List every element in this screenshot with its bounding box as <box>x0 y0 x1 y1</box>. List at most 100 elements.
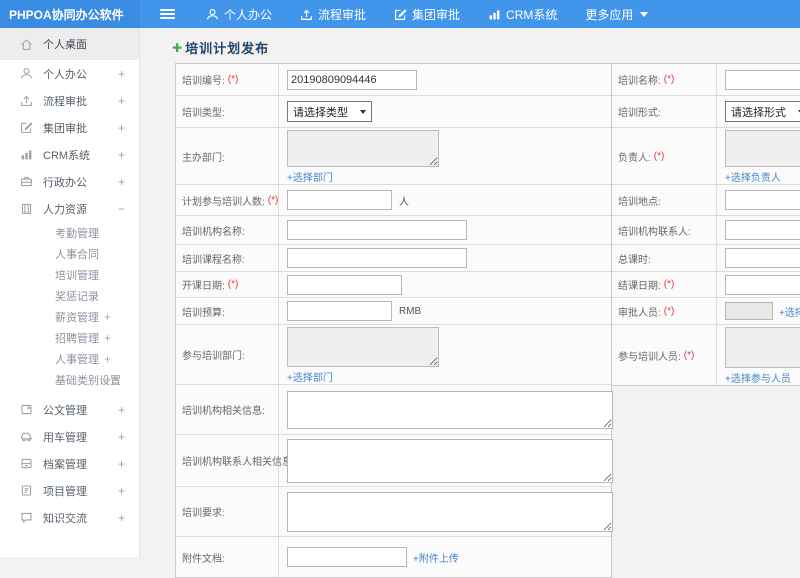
org-info-textarea[interactable] <box>287 390 613 429</box>
sidebar-item-personal-desktop[interactable]: 个人桌面 <box>0 28 139 60</box>
unit-label: RMB <box>399 305 422 317</box>
row-training-type: 培训类型: 请选择类型 <box>176 96 611 128</box>
org-name-input[interactable] <box>287 220 467 240</box>
expander[interactable]: + <box>104 352 111 366</box>
field-label: 结课日期: (*) <box>612 272 717 297</box>
host-dept-textarea[interactable] <box>287 130 439 167</box>
training-mode-select[interactable]: 请选择形式 <box>725 101 800 122</box>
row-start-date: 开课日期: (*) <box>176 272 611 298</box>
required-mark: (*) <box>663 74 675 85</box>
expander[interactable]: + <box>118 511 125 525</box>
leader-textarea[interactable] <box>725 130 800 167</box>
sidebar-subitem-hr-contract[interactable]: 人事合同 <box>0 243 139 264</box>
field-label: 审批人员: (*) <box>612 298 717 324</box>
topnav-workflow-approval[interactable]: 流程审批 <box>286 0 380 28</box>
expander[interactable]: + <box>104 373 111 387</box>
expander[interactable]: + <box>104 310 111 324</box>
required-mark: (*) <box>663 279 675 290</box>
expander[interactable]: + <box>118 121 125 135</box>
required-mark: (*) <box>683 349 695 361</box>
training-type-select[interactable]: 请选择类型 <box>287 101 372 122</box>
sidebar-item-admin-office[interactable]: 行政办公 + <box>0 168 139 195</box>
field-label: 培训机构名称: <box>176 216 279 244</box>
requirement-textarea[interactable] <box>287 491 613 532</box>
hours-input[interactable] <box>725 248 800 268</box>
start-date-input[interactable] <box>287 274 402 295</box>
field-label: 培训类型: <box>176 96 279 127</box>
expander[interactable]: + <box>118 403 125 417</box>
expander[interactable]: + <box>118 175 125 189</box>
required-mark: (*) <box>267 194 279 206</box>
training-name-input[interactable] <box>725 69 800 90</box>
sidebar-item-official-docs[interactable]: 公文管理 + <box>0 396 139 423</box>
field-label: 负责人: (*) <box>612 128 717 184</box>
expander[interactable]: + <box>118 94 125 108</box>
home-icon <box>20 37 34 51</box>
training-no-input[interactable] <box>287 69 417 90</box>
sidebar-subitem-attendance[interactable]: 考勤管理 <box>0 222 139 243</box>
sidebar-item-group-approval[interactable]: 集团审批 + <box>0 114 139 141</box>
menu-toggle-icon[interactable] <box>150 0 184 28</box>
org-contact-input[interactable] <box>725 220 800 240</box>
field-label: 计划参与培训人数: (*) <box>176 185 279 215</box>
select-approver-link[interactable]: +选择审批人员 <box>779 304 800 319</box>
join-people-textarea[interactable] <box>725 327 800 368</box>
required-mark: (*) <box>663 305 675 317</box>
sidebar-item-vehicle[interactable]: 用车管理 + <box>0 423 139 450</box>
topnav-group-approval[interactable]: 集团审批 <box>380 0 474 28</box>
phpoa-app: { "header": { "logo": "PHPOA协同办公软件", "na… <box>0 0 800 578</box>
sidebar-item-personal-office[interactable]: 个人办公 + <box>0 60 139 87</box>
sidebar-subitem-recruit[interactable]: 招聘管理 + <box>0 327 139 348</box>
sidebar-item-hr[interactable]: 人力资源 − <box>0 195 139 222</box>
select-dept-link[interactable]: +选择部门 <box>287 169 333 184</box>
sidebar-item-crm[interactable]: CRM系统 + <box>0 141 139 168</box>
chat-icon <box>20 511 34 525</box>
budget-input[interactable] <box>287 301 392 321</box>
sidebar-item-archives[interactable]: 档案管理 + <box>0 450 139 477</box>
collapse-expander[interactable]: − <box>118 202 125 216</box>
building-icon <box>20 202 34 216</box>
sidebar-item-projects[interactable]: 项目管理 + <box>0 477 139 504</box>
project-icon <box>20 484 34 498</box>
sidebar-subitem-personnel[interactable]: 人事管理 + <box>0 348 139 369</box>
end-date-input[interactable] <box>725 274 800 295</box>
attachment-upload-link[interactable]: +附件上传 <box>413 550 459 565</box>
field-label: 培训地点: <box>612 185 717 215</box>
sidebar-item-workflow-approval[interactable]: 流程审批 + <box>0 87 139 114</box>
document-icon <box>20 403 34 417</box>
topnav-crm[interactable]: CRM系统 <box>474 0 571 28</box>
select-dept-link[interactable]: +选择部门 <box>287 369 333 384</box>
expander[interactable]: + <box>118 430 125 444</box>
course-name-input[interactable] <box>287 248 467 268</box>
expander[interactable]: + <box>118 484 125 498</box>
field-label: 培训要求: <box>176 487 279 536</box>
sidebar-subitem-training[interactable]: 培训管理 <box>0 264 139 285</box>
planned-count-input[interactable] <box>287 190 392 210</box>
approver-input[interactable] <box>725 302 773 320</box>
expander[interactable]: + <box>118 457 125 471</box>
row-budget: 培训预算: RMB <box>176 298 611 325</box>
sidebar-item-knowledge[interactable]: 知识交流 + <box>0 504 139 531</box>
join-dept-textarea[interactable] <box>287 327 439 367</box>
workflow-icon <box>20 94 34 108</box>
training-form-right: 培训名称: (*) 培训形式: 请选择形式 负责人: (*) +选择负责人 培训地点… <box>611 63 800 386</box>
expander[interactable]: + <box>104 331 111 345</box>
contact-info-textarea[interactable] <box>287 438 613 483</box>
archive-icon <box>20 457 34 471</box>
sidebar-subitem-rewards[interactable]: 奖惩记录 <box>0 285 139 306</box>
attachment-input[interactable] <box>287 547 407 567</box>
topnav-more-apps[interactable]: 更多应用 <box>571 0 662 28</box>
select-leader-link[interactable]: +选择负责人 <box>725 169 781 184</box>
expander[interactable]: + <box>118 67 125 81</box>
place-input[interactable] <box>725 190 800 210</box>
caret-down-icon <box>640 11 649 17</box>
select-join-people-link[interactable]: +选择参与人员 <box>725 370 791 385</box>
expander[interactable]: + <box>118 148 125 162</box>
row-attachment: 附件文档: +附件上传 <box>176 537 611 577</box>
sidebar-subitem-base-category[interactable]: 基础类别设置 + <box>0 369 139 390</box>
field-label: 主办部门: <box>176 128 279 184</box>
topnav-personal-office[interactable]: 个人办公 <box>192 0 286 28</box>
person-icon <box>206 8 219 21</box>
sidebar-subitem-salary[interactable]: 薪资管理 + <box>0 306 139 327</box>
row-planned-count: 计划参与培训人数: (*) 人 <box>176 185 611 216</box>
